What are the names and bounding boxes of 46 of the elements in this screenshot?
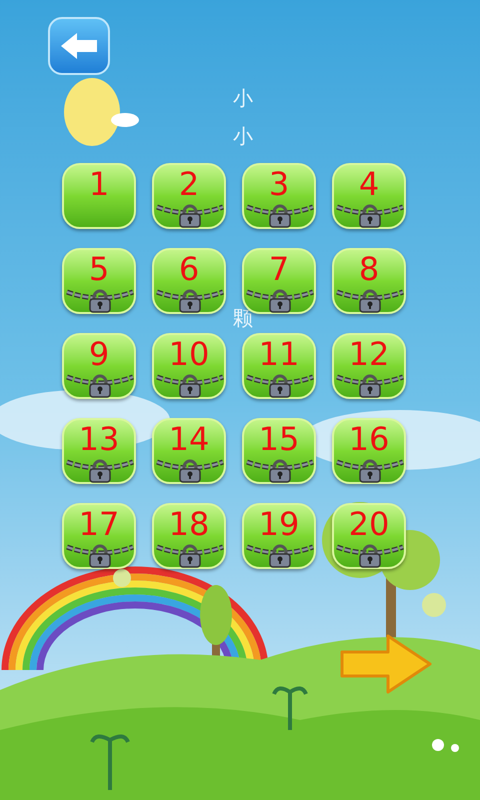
chain-lock-icon bbox=[245, 373, 315, 398]
right-arrow-icon bbox=[338, 632, 434, 696]
level-button[interactable]: 6 bbox=[152, 248, 226, 314]
chain-lock-icon bbox=[245, 458, 315, 483]
chain-lock-icon bbox=[335, 288, 405, 313]
chain-lock-icon bbox=[155, 373, 225, 398]
chain-lock-icon bbox=[65, 543, 135, 568]
chain-lock-icon bbox=[245, 543, 315, 568]
chain-lock-icon bbox=[65, 458, 135, 483]
background-text: 小 bbox=[233, 86, 253, 110]
chain-lock-icon bbox=[245, 203, 315, 228]
back-button[interactable] bbox=[48, 17, 110, 75]
level-button[interactable]: 5 bbox=[62, 248, 136, 314]
level-button[interactable]: 1 bbox=[62, 163, 136, 229]
level-button[interactable]: 14 bbox=[152, 418, 226, 484]
level-button[interactable]: 15 bbox=[242, 418, 316, 484]
chain-lock-icon bbox=[335, 458, 405, 483]
level-button[interactable]: 13 bbox=[62, 418, 136, 484]
level-button[interactable]: 3 bbox=[242, 163, 316, 229]
chain-lock-icon bbox=[155, 203, 225, 228]
chain-lock-icon bbox=[65, 373, 135, 398]
level-button[interactable]: 9 bbox=[62, 333, 136, 399]
sun-drawing bbox=[422, 593, 446, 617]
level-button[interactable]: 17 bbox=[62, 503, 136, 569]
level-button[interactable]: 18 bbox=[152, 503, 226, 569]
level-button[interactable]: 4 bbox=[332, 163, 406, 229]
sprout-drawing bbox=[90, 734, 130, 792]
chain-lock-icon bbox=[335, 543, 405, 568]
level-button[interactable]: 19 bbox=[242, 503, 316, 569]
left-arrow-icon bbox=[59, 31, 99, 61]
chain-lock-icon bbox=[155, 543, 225, 568]
level-button[interactable]: 20 bbox=[332, 503, 406, 569]
chain-lock-icon bbox=[155, 458, 225, 483]
sprout-drawing bbox=[272, 686, 308, 732]
level-button[interactable]: 12 bbox=[332, 333, 406, 399]
chain-lock-icon bbox=[335, 373, 405, 398]
level-button[interactable]: 11 bbox=[242, 333, 316, 399]
chain-lock-icon bbox=[155, 288, 225, 313]
level-button[interactable]: 8 bbox=[332, 248, 406, 314]
level-button[interactable]: 10 bbox=[152, 333, 226, 399]
level-button[interactable]: 16 bbox=[332, 418, 406, 484]
chain-lock-icon bbox=[335, 203, 405, 228]
sun-drawing bbox=[113, 569, 131, 587]
chain-lock-icon bbox=[65, 288, 135, 313]
level-button[interactable]: 2 bbox=[152, 163, 226, 229]
background-text: 小 bbox=[233, 124, 253, 148]
